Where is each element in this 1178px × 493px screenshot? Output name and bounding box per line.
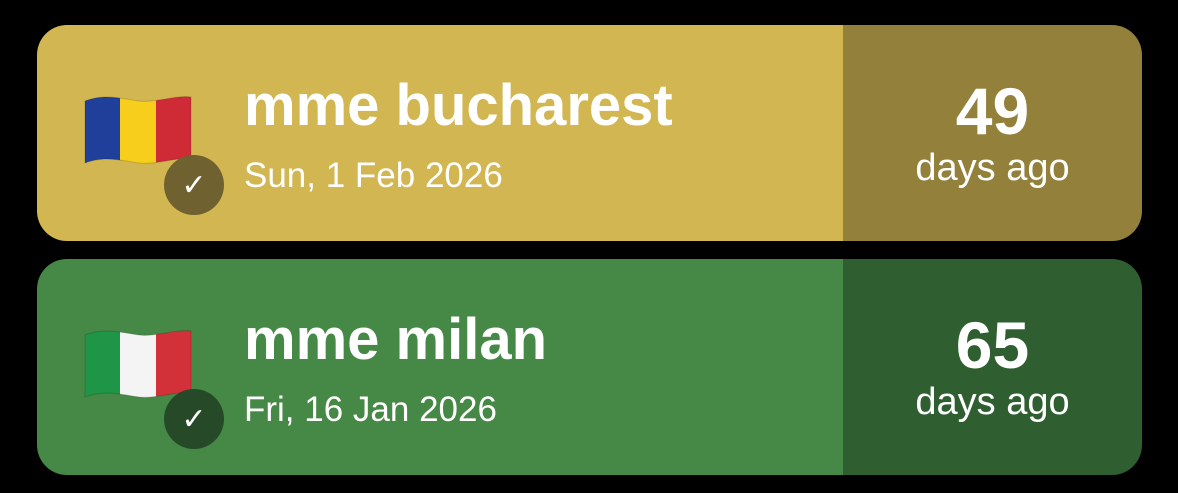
event-card-milan[interactable]: ✓ mme milan Fri, 16 Jan 2026 65 days ago (37, 259, 1142, 475)
event-title: mme milan (244, 307, 547, 372)
days-count: 65 (955, 308, 1030, 382)
event-date: Sun, 1 Feb 2026 (244, 156, 503, 195)
event-card-main: ✓ mme milan Fri, 16 Jan 2026 (37, 259, 843, 475)
event-card-main: ✓ mme bucharest Sun, 1 Feb 2026 (37, 25, 843, 241)
days-label: days ago (915, 147, 1070, 189)
italy-flag-icon: ✓ (83, 327, 224, 449)
days-count: 49 (955, 74, 1030, 148)
days-label: days ago (915, 381, 1070, 423)
event-list: ✓ mme bucharest Sun, 1 Feb 2026 49 days … (37, 25, 1142, 493)
event-date: Fri, 16 Jan 2026 (244, 390, 497, 429)
days-counter: 65 days ago (843, 259, 1142, 475)
check-icon: ✓ (164, 389, 224, 449)
romania-flag-icon: ✓ (83, 93, 224, 215)
check-icon: ✓ (164, 155, 224, 215)
event-card-bucharest[interactable]: ✓ mme bucharest Sun, 1 Feb 2026 49 days … (37, 25, 1142, 241)
event-title: mme bucharest (244, 73, 673, 138)
days-counter: 49 days ago (843, 25, 1142, 241)
